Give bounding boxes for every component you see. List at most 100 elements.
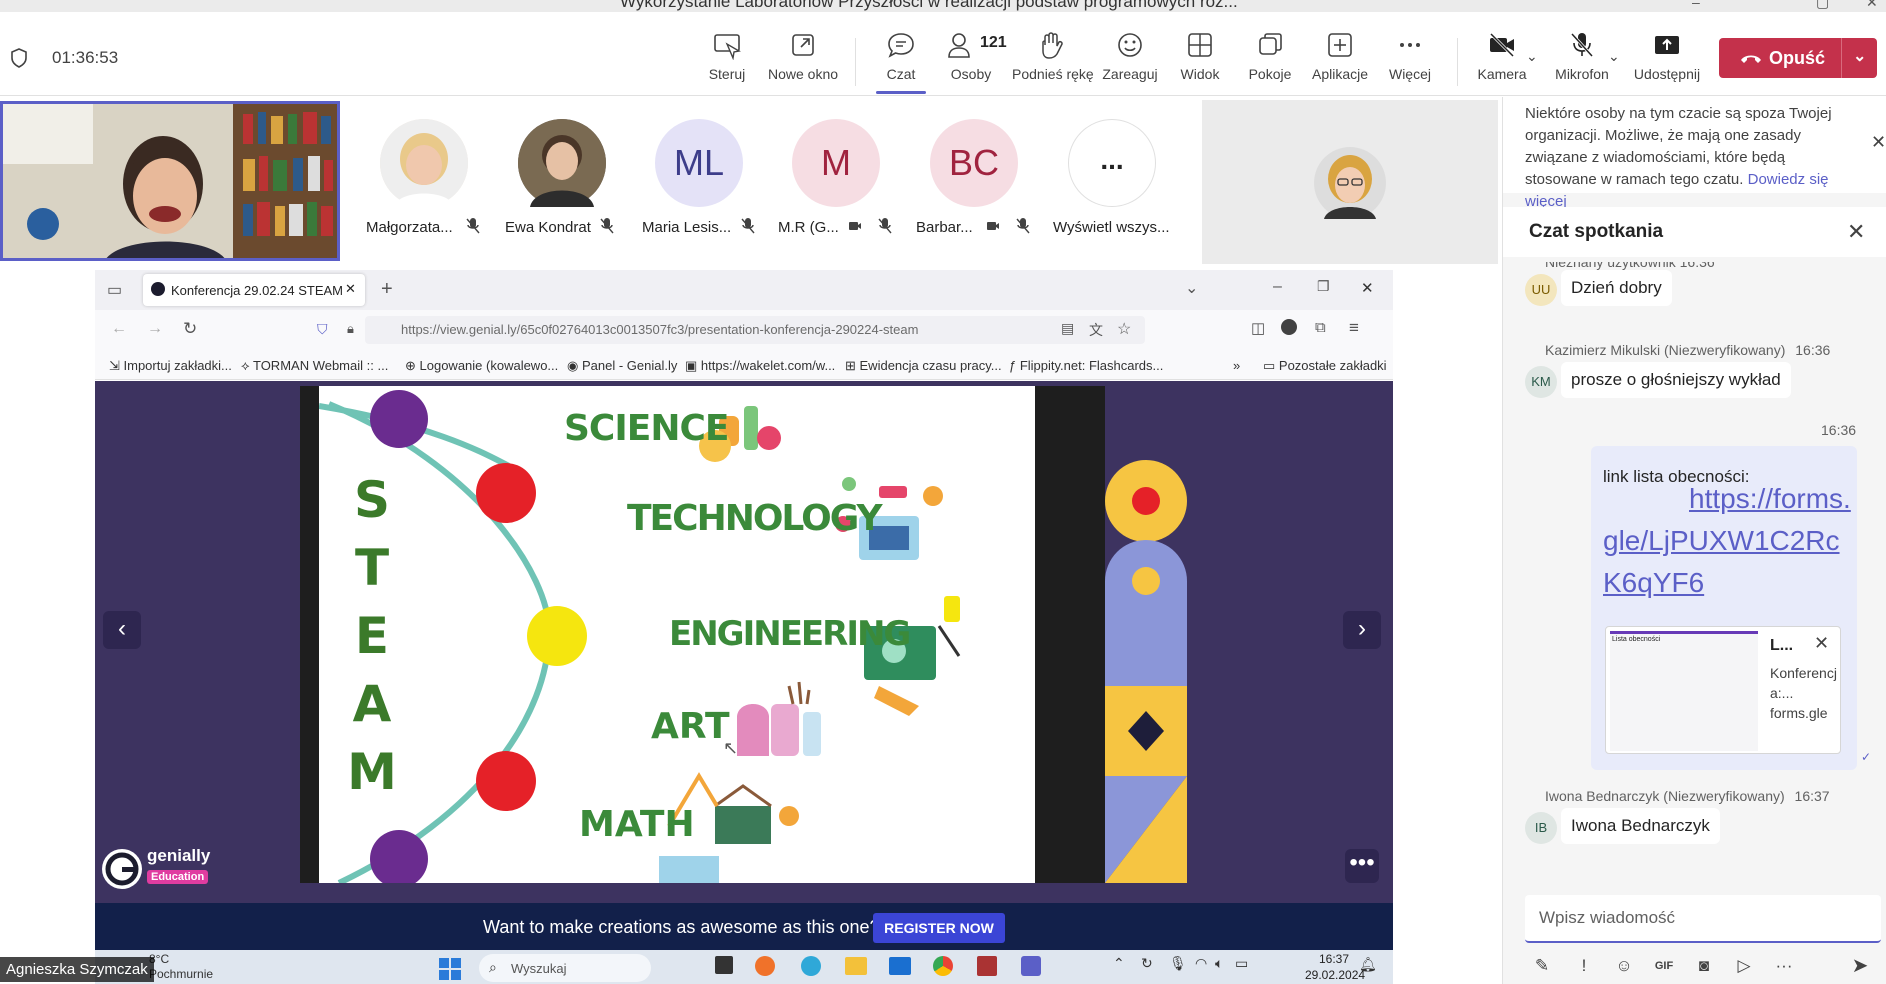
meeting-timer: 01:36:53 bbox=[52, 48, 119, 67]
chat-button[interactable]: Czat bbox=[862, 30, 940, 94]
message-bubble[interactable]: Iwona Bednarczyk bbox=[1561, 808, 1720, 844]
close-chat-icon[interactable]: ✕ bbox=[1847, 219, 1865, 245]
link-preview-card[interactable]: Lista obecności L... ✕ Konferencja:... f… bbox=[1605, 626, 1841, 754]
bookmark-star-icon[interactable]: ☆ bbox=[1117, 319, 1131, 339]
more-options-button[interactable]: ••• bbox=[1345, 849, 1379, 883]
sticker-icon[interactable]: ◙ bbox=[1691, 953, 1717, 979]
participant-avatar[interactable]: M bbox=[792, 119, 880, 207]
tray-chevron-up-icon[interactable]: ⌃ bbox=[1113, 955, 1125, 972]
sync-icon[interactable]: ↻ bbox=[1141, 955, 1153, 972]
apps-button[interactable]: Aplikacje bbox=[1301, 30, 1379, 92]
close-window-icon[interactable]: ✕ bbox=[1866, 0, 1878, 11]
people-button[interactable]: 121 Osoby bbox=[932, 30, 1010, 92]
external-users-notice: Niektóre osoby na tym czacie są spoza Tw… bbox=[1503, 97, 1886, 210]
genially-logo[interactable]: genially Education bbox=[101, 846, 221, 890]
bookmark-item[interactable]: ⊕ Logowanie (kowalewo... bbox=[405, 358, 558, 374]
participant-video-tile[interactable] bbox=[1202, 100, 1498, 264]
bookmark-folder[interactable]: ▭ Pozostałe zakładki bbox=[1263, 358, 1387, 374]
taskbar-search[interactable]: ⌕ Wyszukaj bbox=[479, 954, 651, 982]
reload-icon[interactable]: ↻ bbox=[183, 319, 197, 339]
restore-icon[interactable]: ❐ bbox=[1317, 278, 1330, 295]
battery-icon[interactable]: ▭ bbox=[1235, 955, 1248, 972]
reader-view-icon[interactable]: ▤ bbox=[1061, 320, 1074, 337]
new-tab-icon[interactable]: + bbox=[381, 278, 393, 301]
tab-list-icon[interactable]: ▭ bbox=[107, 280, 122, 300]
rooms-button[interactable]: Pokoje bbox=[1231, 30, 1309, 92]
edge-icon[interactable] bbox=[801, 956, 821, 976]
close-tab-icon[interactable]: ✕ bbox=[345, 281, 356, 297]
more-options-icon[interactable]: ··· bbox=[1771, 953, 1797, 979]
browser-tab[interactable]: Konferencja 29.02.24 STEAM ✕ bbox=[143, 274, 365, 306]
file-explorer-icon[interactable] bbox=[845, 957, 867, 975]
participant-avatar[interactable]: ML bbox=[655, 119, 743, 207]
register-now-button[interactable]: REGISTER NOW bbox=[873, 913, 1005, 943]
bookmark-item[interactable]: ⊞ Ewidencja czasu pracy... bbox=[845, 358, 1002, 374]
notification-bell-icon[interactable]: 🔔︎ bbox=[1359, 956, 1377, 973]
leave-label: Opuść bbox=[1769, 48, 1826, 68]
bookmark-item[interactable]: ◉ Panel - Genial.ly bbox=[567, 358, 677, 374]
presenter-video[interactable] bbox=[0, 101, 340, 261]
message-composer[interactable] bbox=[1525, 895, 1881, 943]
chrome-icon[interactable] bbox=[933, 956, 953, 976]
new-window-button[interactable]: Nowe okno bbox=[764, 30, 842, 92]
participant-avatar[interactable] bbox=[380, 119, 468, 207]
minimize-icon[interactable]: – bbox=[1273, 278, 1282, 296]
participant-avatar[interactable] bbox=[518, 119, 606, 207]
firefox-icon[interactable] bbox=[755, 956, 775, 976]
account-icon[interactable] bbox=[1281, 319, 1297, 335]
windows-start-icon[interactable] bbox=[439, 958, 461, 980]
participant-avatar[interactable]: BC bbox=[930, 119, 1018, 207]
priority-icon[interactable]: ! bbox=[1571, 953, 1597, 979]
pocket-icon[interactable]: ◫ bbox=[1251, 319, 1265, 337]
translate-icon[interactable]: 文 bbox=[1089, 320, 1103, 340]
close-window-icon[interactable]: ✕ bbox=[1361, 279, 1374, 297]
more-bookmarks-icon[interactable]: » bbox=[1233, 358, 1240, 373]
bookmark-item[interactable]: ⟡ TORMAN Webmail :: ... bbox=[241, 358, 388, 374]
tracking-shield-icon[interactable]: ⛉ bbox=[317, 321, 328, 338]
close-icon[interactable]: ✕ bbox=[1871, 131, 1886, 153]
leave-button[interactable]: Opuść ⌄ bbox=[1719, 38, 1877, 78]
take-control-button[interactable]: Steruj bbox=[688, 30, 766, 92]
task-view-icon[interactable] bbox=[715, 956, 733, 974]
wifi-icon[interactable]: ◠ bbox=[1195, 955, 1207, 972]
leave-options-button[interactable]: ⌄ bbox=[1841, 38, 1877, 78]
loop-icon[interactable]: ▷ bbox=[1731, 953, 1757, 979]
gif-icon[interactable]: GIF bbox=[1651, 953, 1677, 979]
bookmark-item[interactable]: ƒ Flippity.net: Flashcards... bbox=[1009, 358, 1163, 373]
minimize-icon[interactable]: – bbox=[1692, 0, 1700, 10]
format-icon[interactable]: ✎ bbox=[1529, 953, 1555, 979]
next-slide-button[interactable]: › bbox=[1343, 611, 1381, 649]
address-bar[interactable]: https://view.genial.ly/65c0f02764013c001… bbox=[365, 316, 1145, 344]
mail-icon[interactable] bbox=[889, 957, 911, 975]
menu-icon[interactable]: ≡ bbox=[1349, 318, 1359, 338]
forward-icon[interactable]: → bbox=[147, 320, 163, 338]
message-bubble[interactable]: prosze o głośniejszy wykład bbox=[1561, 362, 1791, 398]
send-icon[interactable]: ➤ bbox=[1847, 953, 1873, 979]
chevron-down-icon[interactable]: ⌄ bbox=[1185, 278, 1198, 298]
bookmark-item[interactable]: ⇲ Importuj zakładki... bbox=[109, 358, 232, 374]
raise-hand-button[interactable]: Podnieś rękę bbox=[1012, 30, 1094, 92]
camera-options-chevron-icon[interactable]: ⌄ bbox=[1526, 48, 1538, 65]
bookmark-item[interactable]: ▣ https://wakelet.com/w... bbox=[685, 358, 835, 374]
app-icon[interactable] bbox=[977, 956, 997, 976]
close-preview-icon[interactable]: ✕ bbox=[1814, 633, 1829, 654]
more-button[interactable]: Więcej bbox=[1371, 30, 1449, 92]
teams-icon[interactable] bbox=[1021, 956, 1041, 976]
mic-icon[interactable]: 🎙︎ bbox=[1169, 955, 1187, 972]
mic-options-chevron-icon[interactable]: ⌄ bbox=[1608, 48, 1620, 65]
message-input[interactable] bbox=[1525, 895, 1881, 941]
share-button[interactable]: Udostępnij bbox=[1628, 30, 1706, 92]
show-all-participants-button[interactable]: ... bbox=[1068, 119, 1156, 207]
forms-link[interactable]: https://forms.gle/LjPUXW1C2RcK6qYF6 bbox=[1603, 478, 1853, 604]
emoji-icon[interactable]: ☺ bbox=[1611, 953, 1637, 979]
maximize-icon[interactable]: ▢ bbox=[1816, 0, 1829, 11]
volume-icon[interactable]: 🔈︎ bbox=[1215, 955, 1223, 972]
prev-slide-button[interactable]: ‹ bbox=[103, 611, 141, 649]
react-button[interactable]: Zareaguj bbox=[1091, 30, 1169, 92]
extensions-icon[interactable]: ⧉ bbox=[1315, 319, 1326, 336]
view-button[interactable]: Widok bbox=[1161, 30, 1239, 92]
lock-icon[interactable]: 🔒︎ bbox=[347, 321, 354, 337]
message-bubble[interactable]: Dzień dobry bbox=[1561, 270, 1672, 306]
my-message-bubble[interactable]: link lista obecności: https://forms.gle/… bbox=[1591, 446, 1857, 770]
back-icon[interactable]: ← bbox=[111, 320, 127, 338]
